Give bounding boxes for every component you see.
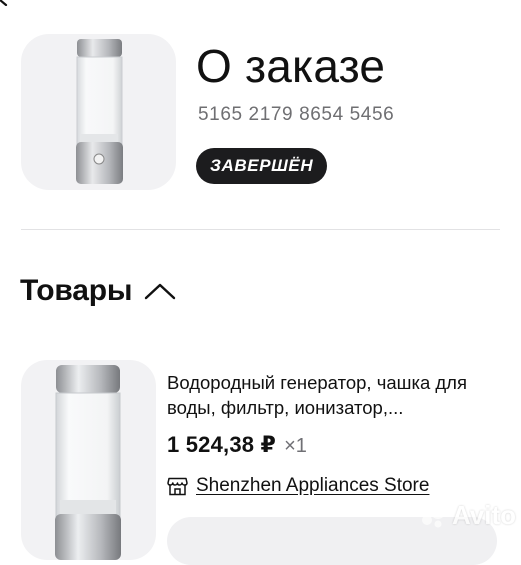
watermark-text: Avito — [452, 500, 517, 530]
item-quantity: ×1 — [284, 435, 307, 457]
store-name-link[interactable]: Shenzhen Appliances Store — [196, 475, 429, 497]
status-badge: ЗАВЕРШЁН — [196, 148, 328, 184]
section-title: Товары — [20, 274, 133, 307]
chevron-up-icon[interactable] — [144, 281, 176, 301]
order-number: 5165 2179 8654 5456 — [198, 104, 395, 125]
back-chevron-icon[interactable] — [0, 0, 14, 6]
avito-watermark: Avito — [420, 500, 516, 531]
page-title: О заказе — [196, 40, 386, 92]
items-section-header[interactable]: Товары — [20, 274, 176, 308]
order-product-image — [21, 34, 176, 190]
item-price: 1 524,38 ₽ — [167, 432, 277, 457]
store-icon — [167, 477, 188, 496]
price-row: 1 524,38 ₽ ×1 — [167, 432, 307, 458]
item-name[interactable]: Водородный генератор, чашка для воды, фи… — [167, 370, 502, 420]
avito-logo-icon — [422, 504, 445, 527]
item-product-image[interactable] — [21, 360, 156, 560]
store-link-row[interactable]: Shenzhen Appliances Store — [167, 475, 429, 497]
divider — [21, 229, 500, 230]
